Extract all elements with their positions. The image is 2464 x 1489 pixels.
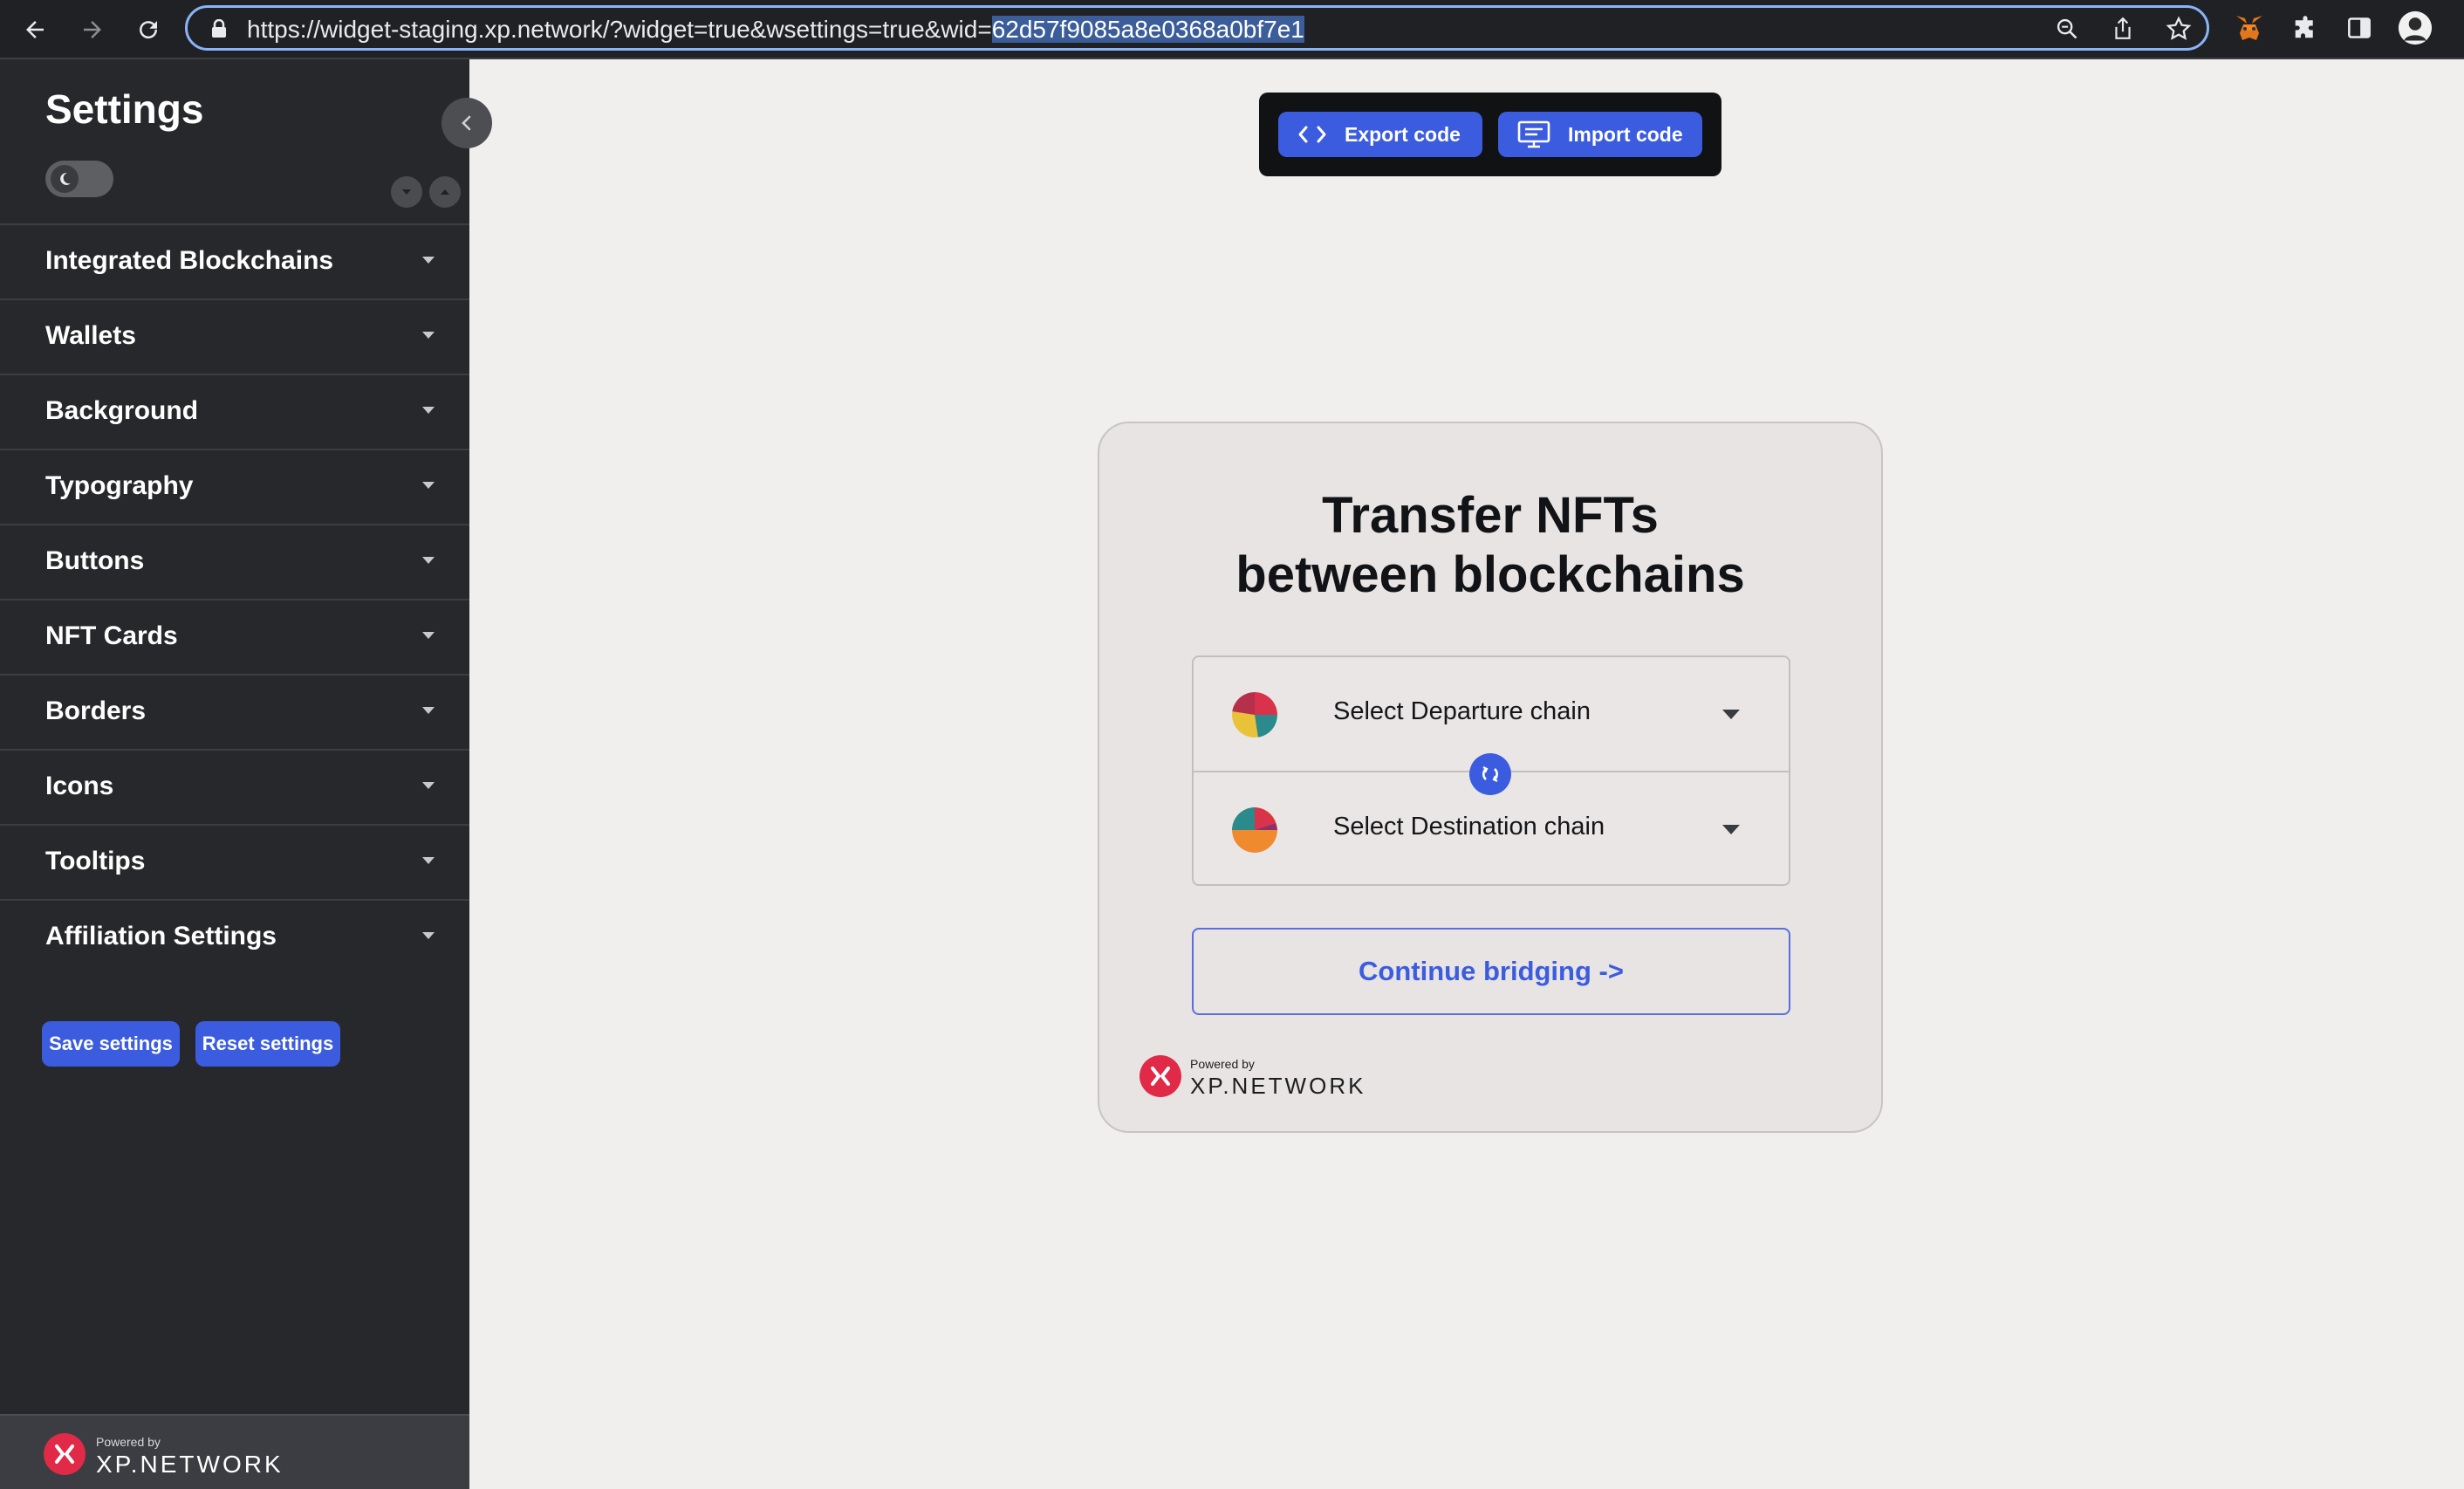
url-main: https://widget-staging.xp.network/?widge… [247, 16, 992, 43]
sidebar-item-label: Affiliation Settings [45, 922, 277, 950]
sidebar-item-label: Typography [45, 471, 194, 500]
powered-by-text: Powered by [96, 1435, 161, 1449]
sidebar-item-tooltips[interactable]: Tooltips [0, 824, 469, 899]
collapse-sidebar-button[interactable] [441, 98, 492, 148]
widget-title-line1: Transfer NFTs [1322, 487, 1659, 544]
chain-selector: Select Departure chain Select Destinatio… [1192, 655, 1790, 886]
import-code-button[interactable]: Import code [1498, 112, 1702, 157]
sidebar-item-label: Tooltips [45, 847, 146, 875]
reload-icon[interactable] [131, 12, 166, 47]
caret-down-icon [422, 857, 435, 864]
multichain-logo-icon [1232, 692, 1277, 738]
expand-all-button[interactable] [391, 176, 422, 208]
sidebar-footer: Powered by XP.NETWORK [0, 1414, 469, 1489]
sidebar-item-label: Buttons [45, 546, 145, 575]
url-text: https://widget-staging.xp.network/?widge… [247, 16, 1304, 44]
caret-down-icon [422, 332, 435, 339]
back-icon[interactable] [17, 12, 52, 47]
extensions-puzzle-icon[interactable] [2288, 10, 2323, 45]
sidebar-item-background[interactable]: Background [0, 374, 469, 449]
sidebar-item-wallets[interactable]: Wallets [0, 298, 469, 374]
settings-menu: Integrated Blockchains Wallets Backgroun… [0, 223, 469, 974]
caret-down-icon [422, 632, 435, 639]
browser-toolbar: https://widget-staging.xp.network/?widge… [0, 0, 2464, 59]
sidebar-item-icons[interactable]: Icons [0, 749, 469, 824]
bridge-widget-card: Transfer NFTs between blockchains Select… [1098, 422, 1883, 1133]
sidebar-item-borders[interactable]: Borders [0, 674, 469, 749]
theme-toggle[interactable] [45, 161, 113, 197]
caret-down-icon [422, 257, 435, 264]
caret-down-icon [422, 557, 435, 564]
share-icon[interactable] [2109, 15, 2137, 43]
sidebar-item-label: Icons [45, 772, 114, 800]
url-selected-text: 62d57f9085a8e0368a0bf7e1 [991, 16, 1304, 43]
sidebar-item-label: Background [45, 396, 199, 425]
sidebar-item-label: NFT Cards [45, 621, 178, 650]
multichain-logo-icon [1232, 807, 1277, 853]
settings-sidebar: Settings Integrated Blockchains Wallets … [0, 59, 469, 1489]
export-code-label: Export code [1345, 122, 1461, 146]
lock-icon[interactable] [205, 15, 233, 43]
forward-icon[interactable] [75, 12, 110, 47]
caret-down-icon [422, 482, 435, 489]
caret-down-icon [422, 932, 435, 939]
side-panel-icon[interactable] [2342, 10, 2377, 45]
widget-title: Transfer NFTs between blockchains [1099, 486, 1881, 605]
collapse-all-button[interactable] [429, 176, 461, 208]
brand-text: XP.NETWORK [96, 1451, 284, 1478]
sidebar-item-typography[interactable]: Typography [0, 449, 469, 524]
continue-bridging-button[interactable]: Continue bridging -> [1192, 928, 1790, 1015]
departure-chain-label: Select Departure chain [1333, 697, 1591, 725]
import-code-label: Import code [1568, 122, 1683, 146]
sidebar-item-label: Wallets [45, 321, 136, 350]
reset-settings-button[interactable]: Reset settings [195, 1021, 340, 1067]
brand-text: XP.NETWORK [1190, 1073, 1366, 1099]
export-code-button[interactable]: Export code [1278, 112, 1482, 157]
powered-by-text: Powered by [1190, 1057, 1255, 1071]
address-bar[interactable]: https://widget-staging.xp.network/?widge… [185, 5, 2209, 51]
xp-network-logo-icon [1140, 1055, 1181, 1097]
save-settings-button[interactable]: Save settings [42, 1021, 180, 1067]
caret-down-icon [422, 407, 435, 414]
xp-network-logo-icon [44, 1433, 86, 1475]
metamask-fox-icon[interactable] [2232, 10, 2267, 45]
sidebar-item-label: Borders [45, 696, 147, 725]
swap-chains-button[interactable] [1469, 753, 1511, 795]
zoom-icon[interactable] [2053, 15, 2081, 43]
profile-avatar[interactable] [2398, 10, 2433, 45]
caret-down-icon [422, 782, 435, 789]
sidebar-item-integrated-blockchains[interactable]: Integrated Blockchains [0, 223, 469, 298]
widget-title-line2: between blockchains [1235, 546, 1745, 603]
sidebar-item-buttons[interactable]: Buttons [0, 524, 469, 599]
code-toolbar: Export code Import code [1259, 93, 1721, 176]
chevron-down-icon [1722, 710, 1740, 719]
import-screen-icon [1517, 120, 1550, 148]
bookmark-star-icon[interactable] [2165, 15, 2193, 43]
caret-down-icon [422, 707, 435, 714]
code-brackets-icon [1297, 125, 1327, 144]
sidebar-item-label: Integrated Blockchains [45, 246, 334, 275]
sidebar-title: Settings [45, 86, 204, 132]
chevron-down-icon [1722, 825, 1740, 834]
moon-icon [51, 165, 79, 193]
sidebar-item-nft-cards[interactable]: NFT Cards [0, 599, 469, 674]
destination-chain-label: Select Destination chain [1333, 813, 1605, 841]
sidebar-item-affiliation-settings[interactable]: Affiliation Settings [0, 899, 469, 974]
